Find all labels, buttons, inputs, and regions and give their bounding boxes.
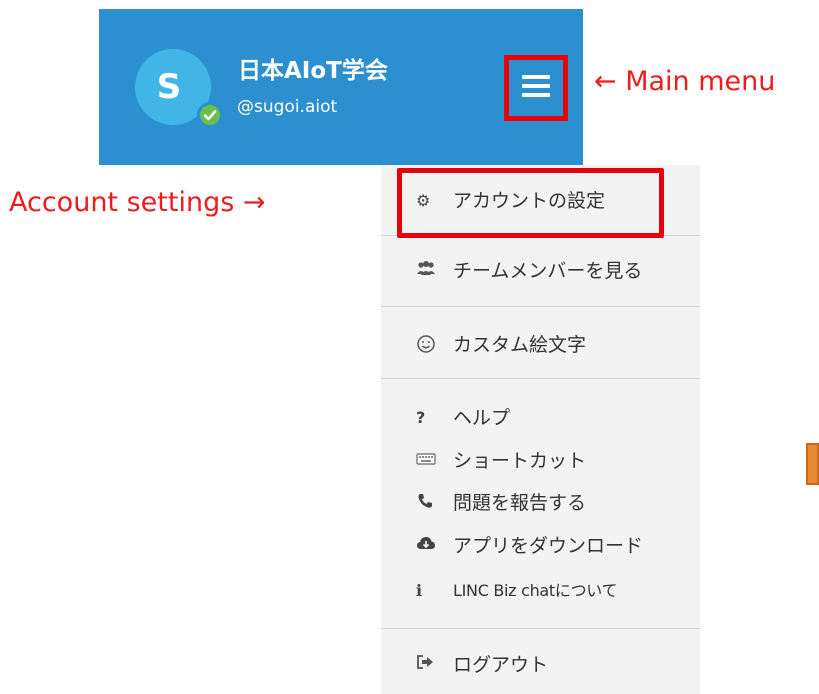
sign-out-icon	[416, 654, 438, 676]
cloud-download-icon	[416, 535, 438, 557]
menu-item-team-members[interactable]: チームメンバーを見る	[381, 251, 700, 291]
question-icon: ?	[416, 408, 426, 427]
menu-item-label: ログアウト	[453, 654, 549, 676]
team-header: S 日本AIoT学会 @sugoi.aiot	[99, 9, 583, 165]
menu-item-label: LINC Biz chatについて	[453, 581, 618, 600]
menu-item-report-problem[interactable]: 問題を報告する	[381, 483, 700, 523]
menu-item-label: ショートカット	[453, 450, 587, 472]
menu-item-shortcuts[interactable]: ショートカット	[381, 441, 700, 481]
main-menu-annotation: ← Main menu	[594, 66, 776, 97]
menu-item-label: ヘルプ	[453, 407, 511, 429]
dropdown-menu: ⚙ アカウントの設定 チームメンバーを見る カスタム絵文字 ? ヘルプ ショート…	[381, 165, 700, 694]
menu-item-label: アプリをダウンロード	[453, 535, 644, 557]
hamburger-icon-line	[522, 93, 550, 97]
users-icon	[416, 260, 438, 282]
menu-item-about[interactable]: i LINC Biz chatについて	[381, 571, 700, 611]
menu-item-help[interactable]: ? ヘルプ	[381, 398, 700, 438]
menu-item-logout[interactable]: ログアウト	[381, 645, 700, 685]
menu-item-label: チームメンバーを見る	[453, 260, 643, 282]
phone-icon	[416, 492, 438, 514]
divider	[381, 306, 700, 307]
hamburger-icon	[522, 75, 550, 79]
keyboard-icon	[416, 450, 438, 472]
info-icon: i	[416, 581, 423, 600]
menu-item-label: 問題を報告する	[453, 492, 587, 514]
partial-orange-button[interactable]	[806, 443, 819, 485]
team-name: 日本AIoT学会	[238, 58, 388, 84]
check-circle-icon	[197, 102, 223, 128]
user-handle: @sugoi.aiot	[237, 97, 338, 117]
menu-item-download-app[interactable]: アプリをダウンロード	[381, 526, 700, 566]
menu-item-custom-emoji[interactable]: カスタム絵文字	[381, 325, 700, 365]
hamburger-icon-line	[522, 84, 550, 88]
account-settings-highlight	[397, 168, 664, 238]
menu-item-label: カスタム絵文字	[453, 334, 587, 356]
smiley-icon	[416, 334, 438, 356]
account-settings-annotation: Account settings →	[9, 187, 266, 218]
divider	[381, 378, 700, 379]
divider	[381, 628, 700, 629]
main-menu-button[interactable]	[504, 55, 568, 121]
